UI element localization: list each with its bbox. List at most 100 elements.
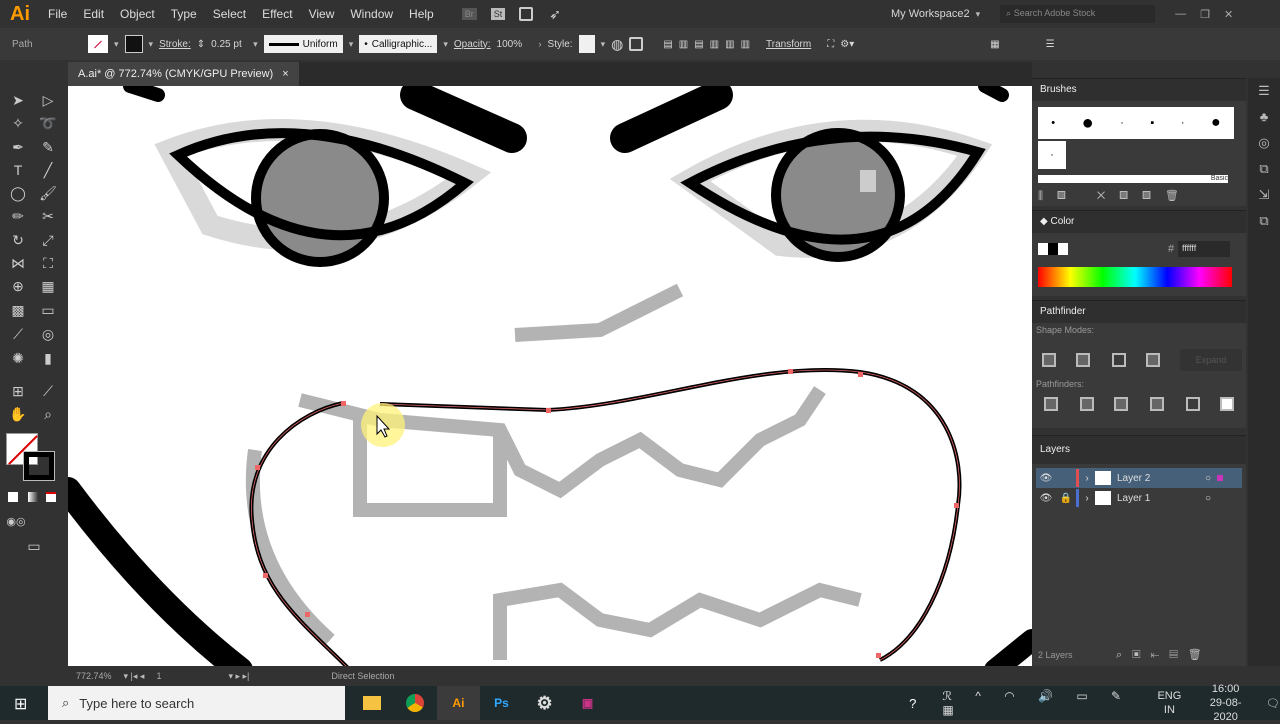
align-right-icon[interactable]: ▤ xyxy=(694,39,703,50)
stroke-weight-stepper[interactable]: ⇕ xyxy=(197,39,205,50)
isolate-icon[interactable] xyxy=(629,37,644,51)
trim-icon[interactable] xyxy=(1080,397,1094,411)
menu-type[interactable]: Type xyxy=(171,7,197,21)
layer-row-layer-1[interactable]: 👁 🔒 › Layer 1 ○ xyxy=(1036,488,1242,508)
brush-panel-actions[interactable]: ⫼▤ ✕▤▤🗑 xyxy=(1038,189,1228,203)
menu-window[interactable]: Window xyxy=(350,7,393,21)
gpu-rocket-icon[interactable]: ➶ xyxy=(549,6,561,23)
recolor-icon[interactable]: ◍ xyxy=(611,36,623,53)
quick-actions-icon[interactable]: ⚙▾ xyxy=(840,39,854,50)
workspace-switcher[interactable]: My Workspace2 xyxy=(891,8,970,20)
mesh-tool-icon[interactable]: ▩ xyxy=(8,300,28,320)
select-similar-icon[interactable]: ⛶ xyxy=(827,39,834,50)
color-swatches[interactable] xyxy=(1038,243,1068,255)
align-left-icon[interactable]: ▤ xyxy=(663,39,672,50)
pathfinder-tab[interactable]: Pathfinder xyxy=(1032,301,1246,323)
outline-icon[interactable] xyxy=(1186,397,1200,411)
align-vcenter-icon[interactable]: ▥ xyxy=(725,39,734,50)
zoom-tool-icon[interactable]: ⌕ xyxy=(38,404,58,424)
visibility-eye-icon[interactable]: 👁 xyxy=(1036,473,1056,484)
direct-selection-tool-icon[interactable]: ▷ xyxy=(38,90,58,110)
brush-definition[interactable]: • Calligraphic... xyxy=(359,35,438,53)
stroke-swatch[interactable] xyxy=(124,35,143,53)
type-tool-icon[interactable]: T xyxy=(8,160,28,180)
opacity-input[interactable]: 100% xyxy=(497,39,533,50)
menu-file[interactable]: File xyxy=(48,7,67,21)
pencil-tool-icon[interactable]: ✏ xyxy=(8,206,28,226)
restore-button[interactable]: ❐ xyxy=(1200,8,1210,21)
lasso-icon[interactable]: ➰ xyxy=(38,113,58,133)
illustrator-taskbar-icon[interactable]: Ai xyxy=(436,686,480,720)
bridge-button[interactable]: Br xyxy=(461,8,477,20)
style-swatch[interactable] xyxy=(578,35,595,53)
language-indicator[interactable]: ENG IN xyxy=(1157,689,1181,717)
artboard-number[interactable]: 1 xyxy=(156,671,216,681)
align-hcenter-icon[interactable]: ▥ xyxy=(679,39,688,50)
color-spectrum[interactable] xyxy=(1038,267,1232,287)
none-mode-icon[interactable] xyxy=(46,492,56,502)
graph-tool-icon[interactable]: ▮ xyxy=(38,348,58,368)
symbol-sprayer-icon[interactable]: ✺ xyxy=(8,348,28,368)
gradient-mode-icon[interactable] xyxy=(28,492,38,502)
artboard-tool-icon[interactable]: ⊞ xyxy=(8,381,28,401)
color-tab[interactable]: ◆ Color xyxy=(1032,211,1246,233)
expand-button[interactable]: Expand xyxy=(1180,349,1242,371)
target-circle-icon[interactable]: ○ xyxy=(1205,493,1211,504)
shape-builder-icon[interactable]: ⊕ xyxy=(8,276,28,296)
taskbar-search[interactable]: ⌕ Type here to search xyxy=(48,686,345,720)
menu-view[interactable]: View xyxy=(309,7,335,21)
transform-button[interactable]: Transform xyxy=(766,39,811,50)
menu-help[interactable]: Help xyxy=(409,7,434,21)
paintbrush-icon[interactable]: 🖌 xyxy=(38,183,58,203)
close-window-button[interactable]: ✕ xyxy=(1224,8,1233,21)
curvature-tool-icon[interactable]: ✎ xyxy=(38,137,58,157)
screen-mode-icon[interactable]: ▭ xyxy=(24,536,44,556)
stock-button[interactable]: St xyxy=(490,8,506,20)
menu-object[interactable]: Object xyxy=(120,7,155,21)
scissors-icon[interactable]: ✂ xyxy=(38,206,58,226)
brushes-tab[interactable]: Brushes xyxy=(1032,79,1246,101)
menu-select[interactable]: Select xyxy=(213,7,246,21)
variable-width-profile[interactable]: Uniform xyxy=(263,35,343,53)
pen-tool-icon[interactable]: ✒ xyxy=(8,137,28,157)
scale-tool-icon[interactable]: ⤢ xyxy=(38,230,58,250)
minus-back-icon[interactable] xyxy=(1220,397,1234,411)
arrange-documents-icon[interactable] xyxy=(519,7,534,21)
line-tool-icon[interactable]: ╱ xyxy=(38,160,58,180)
close-tab-icon[interactable]: × xyxy=(282,68,288,80)
opacity-label[interactable]: Opacity: xyxy=(454,39,491,50)
document-tab[interactable]: A.ai* @ 772.74% (CMYK/GPU Preview) × xyxy=(68,62,299,86)
unite-icon[interactable] xyxy=(1042,353,1056,367)
rotate-tool-icon[interactable]: ↻ xyxy=(8,230,28,250)
app-icon[interactable]: ▣ xyxy=(566,686,609,720)
draw-mode-icon[interactable]: ◉◎ xyxy=(6,512,26,532)
file-explorer-icon[interactable] xyxy=(351,686,394,720)
brush-swatches[interactable]: • ● · ▪ · ● xyxy=(1038,107,1234,139)
magic-wand-icon[interactable]: ✧ xyxy=(8,113,28,133)
more-icon[interactable]: ☰ xyxy=(1046,39,1055,50)
stroke-color-box[interactable] xyxy=(23,451,55,481)
free-transform-icon[interactable]: ⛶ xyxy=(38,253,58,273)
zoom-level[interactable]: 772.74% xyxy=(76,671,112,681)
color-mode-icon[interactable] xyxy=(8,492,18,502)
stock-search-input[interactable]: ⌕ Search Adobe Stock xyxy=(1000,5,1156,23)
settings-icon[interactable]: ⚙ xyxy=(523,686,566,720)
width-tool-icon[interactable]: ⋈ xyxy=(8,253,28,273)
divide-icon[interactable] xyxy=(1044,397,1058,411)
ellipse-tool-icon[interactable]: ◯ xyxy=(8,183,28,203)
eyedropper-icon[interactable]: ⟋ xyxy=(8,324,28,344)
clock[interactable]: 16:00 29-08-2020 xyxy=(1199,682,1252,724)
collapsed-panel-icons[interactable]: ☰ ♣ ◎ ⧉ ⇲ ⧉ xyxy=(1248,78,1280,234)
selected-art-indicator[interactable] xyxy=(1217,475,1224,481)
menu-effect[interactable]: Effect xyxy=(262,7,292,21)
stroke-label[interactable]: Stroke: xyxy=(159,39,191,50)
lock-icon[interactable]: 🔒 xyxy=(1056,493,1076,504)
visibility-eye-icon[interactable]: 👁 xyxy=(1036,493,1056,504)
minus-front-icon[interactable] xyxy=(1076,353,1090,367)
crop-icon[interactable] xyxy=(1150,397,1164,411)
windows-start-icon[interactable]: ⊞ xyxy=(14,694,27,714)
notifications-icon[interactable]: 🗨 xyxy=(1266,697,1280,710)
brush-swatch-selected[interactable]: · xyxy=(1038,141,1066,169)
photoshop-taskbar-icon[interactable]: Ps xyxy=(480,686,523,720)
artboard-canvas[interactable] xyxy=(68,86,1032,666)
